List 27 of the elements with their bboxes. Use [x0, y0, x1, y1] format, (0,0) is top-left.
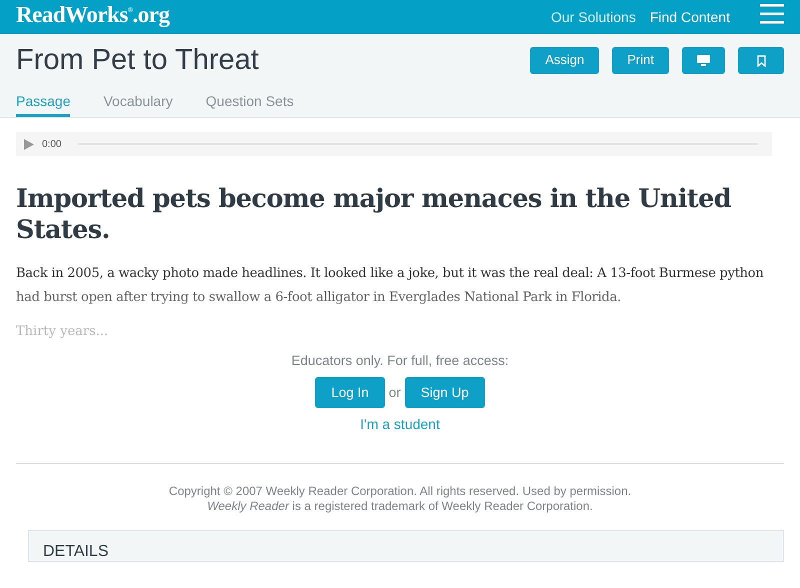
tab[interactable]: Passage [16, 86, 70, 117]
headline: Imported pets become major menaces in the United States. [16, 184, 732, 246]
menu-icon[interactable] [760, 4, 784, 24]
logo[interactable]: ReadWorks$^{®}$.org [16, 2, 170, 26]
copyright-text: Copyright © 2007 Weekly Reader Corporation. All rights reserved. Used by permission. [168, 484, 632, 500]
copyright-text: Weekly Reader is a registered trademark of Weekly Reader Corporation. [206, 499, 594, 514]
audio-time: 0:00 [42, 138, 62, 152]
access-prompt: Educators only. For full, free access: [290, 352, 510, 370]
login-button[interactable]: Log In [315, 377, 385, 408]
nav-link[interactable]: Find Content [650, 6, 730, 28]
details-heading: DETAILS [43, 543, 110, 562]
student-link[interactable]: I'm a student [360, 414, 440, 436]
nav-link[interactable]: Our Solutions [551, 6, 636, 28]
or-text: or [388, 384, 401, 402]
action-button[interactable]: Assign [530, 46, 600, 74]
page-title: From Pet to Threat [16, 42, 259, 78]
bookmark-icon [756, 54, 766, 67]
tab[interactable]: Question Sets [206, 86, 294, 117]
action-button[interactable]: Print [612, 46, 669, 74]
faded-text: Thirty years... [16, 323, 110, 341]
paragraph: Back in 2005, a wacky photo made headlines. It looked like a joke, but it was the real deal: A 13-foot Burmese python had burst open after trying to swallow a 6-foot alligator in Everglades National Park in Florida. [16, 265, 765, 307]
play-icon[interactable] [24, 138, 34, 150]
signup-button[interactable]: Sign Up [404, 377, 485, 408]
bookmark-button[interactable] [738, 46, 784, 74]
tab[interactable]: Vocabulary [103, 86, 173, 117]
present-button[interactable] [682, 46, 725, 74]
monitor-icon [697, 55, 710, 66]
